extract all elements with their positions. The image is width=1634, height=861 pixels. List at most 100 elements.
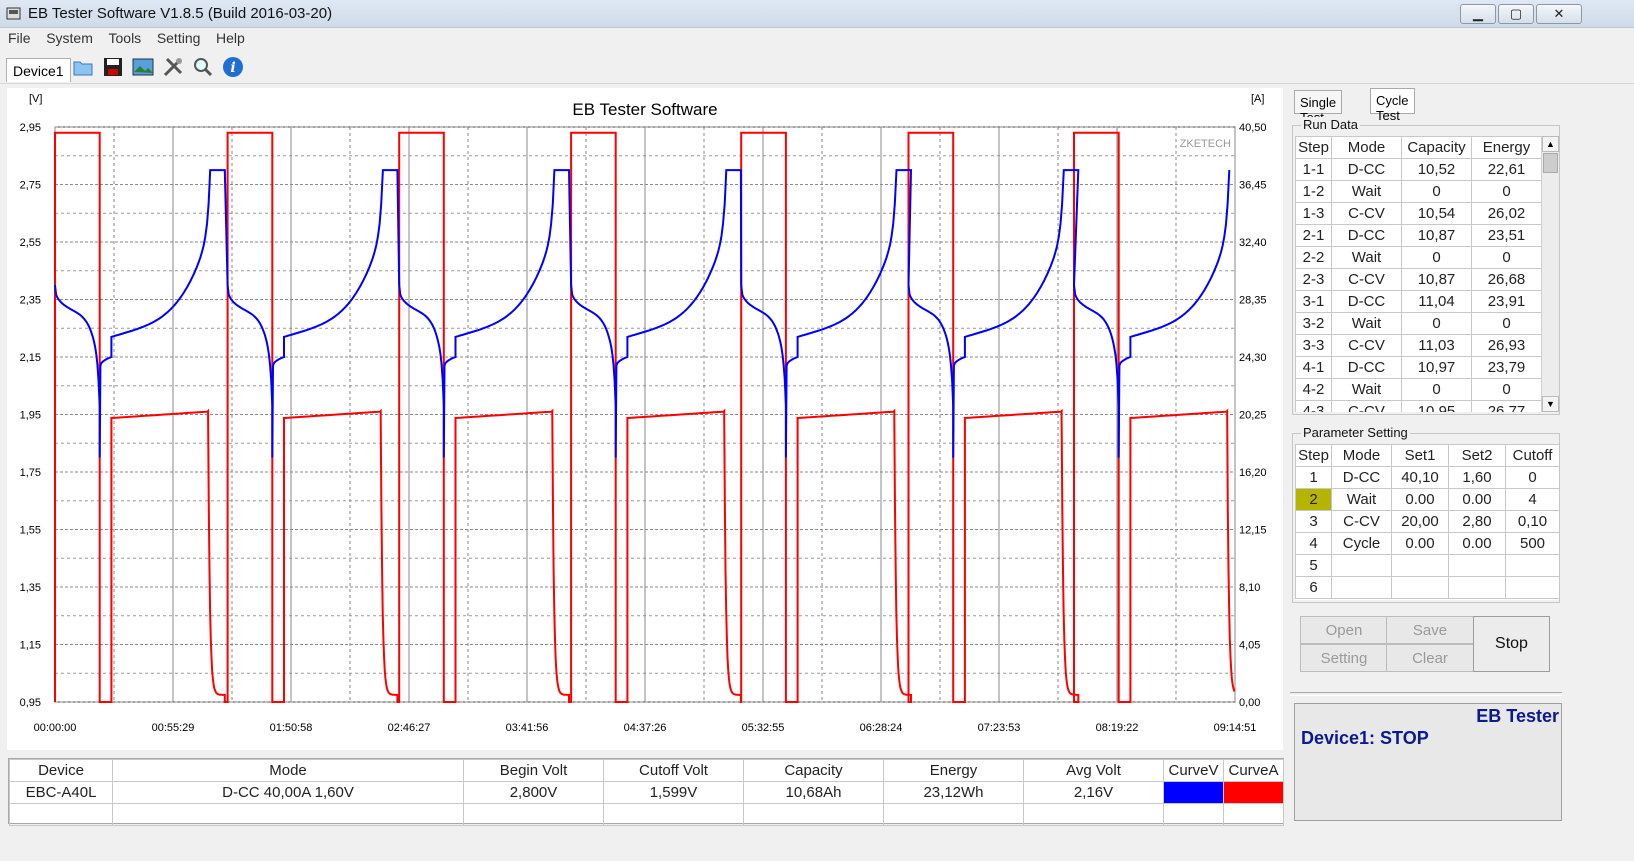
run-data-cell: 10,87 (1401, 268, 1472, 291)
run-data-row[interactable]: 2-3 C-CV 10,87 26,68 (1295, 268, 1542, 291)
curvea-color-swatch[interactable] (1223, 781, 1284, 804)
run-data-cell: 1-1 (1295, 158, 1332, 181)
x-tick-label: 06:28:24 (860, 722, 903, 734)
param-row[interactable]: 2 Wait 0.00 0.00 4 (1295, 488, 1559, 511)
close-button[interactable]: ✕ (1536, 4, 1582, 24)
param-cell: 0,10 (1505, 510, 1559, 533)
chart-area: EB Tester Software ZKETECH [V] [A] 2,95 2,75 2… (7, 88, 1283, 750)
left-tick-label: 2,15 (20, 352, 41, 364)
window-title: EB Tester Software V1.8.5 (Build 2016-03… (28, 5, 333, 22)
param-cell: 1 (1295, 466, 1332, 489)
run-data-row[interactable]: 2-2 Wait 0 0 (1295, 246, 1542, 269)
run-data-row[interactable]: 3-2 Wait 0 0 (1295, 312, 1542, 335)
param-cell (1331, 554, 1392, 577)
right-tick-label: 4,05 (1239, 640, 1260, 652)
run-data-cell: 23,91 (1471, 290, 1542, 313)
menu-tools[interactable]: Tools (105, 28, 146, 48)
menu-system[interactable]: System (42, 28, 97, 48)
param-cell (1391, 576, 1449, 599)
device-tab[interactable]: Device1 (6, 58, 71, 82)
param-cell: 0.00 (1448, 532, 1506, 555)
voltage-current-chart: EB Tester Software ZKETECH [V] [A] 2,95 2,75 2… (20, 93, 1267, 734)
run-data-row[interactable]: 3-3 C-CV 11,03 26,93 (1295, 334, 1542, 357)
param-cell: 20,00 (1391, 510, 1449, 533)
run-data-row[interactable]: 3-1 D-CC 11,04 23,91 (1295, 290, 1542, 313)
run-data-cell: 11,03 (1401, 334, 1472, 357)
run-data-row[interactable]: 2-1 D-CC 10,87 23,51 (1295, 224, 1542, 247)
device-status: Device1: STOP (1301, 728, 1429, 748)
tab-single-test[interactable]: Single Test (1294, 90, 1343, 125)
parameter-setting-group: Parameter Setting Step Mode Set1 Set2 Cutoff… (1292, 425, 1560, 603)
left-tick-label: 1,35 (20, 582, 41, 594)
header-cutoff-volt: Cutoff Volt (603, 759, 744, 782)
menu-setting[interactable]: Setting (153, 28, 205, 48)
open-folder-icon[interactable] (70, 54, 96, 80)
clear-button[interactable]: Clear (1386, 644, 1474, 672)
run-data-cell: 26,02 (1471, 202, 1542, 225)
param-cell: 6 (1295, 576, 1332, 599)
param-cell: Wait (1331, 488, 1392, 511)
menu-file[interactable]: File (4, 28, 35, 48)
param-cell: 0.00 (1391, 532, 1449, 555)
scroll-thumb[interactable] (1543, 153, 1558, 173)
info-icon[interactable]: i (220, 54, 246, 80)
cell-begin-volt: 2,800V (463, 781, 604, 804)
scroll-down-arrow[interactable]: ▼ (1542, 396, 1559, 412)
app-icon (6, 7, 21, 20)
tab-cycle-test[interactable]: Cycle Test (1370, 88, 1415, 123)
header-avg-volt: Avg Volt (1023, 759, 1164, 782)
open-button[interactable]: Open (1300, 616, 1388, 644)
status-panel: EB Tester Device1: STOP (1294, 703, 1562, 821)
run-data-cell: 0 (1401, 180, 1472, 203)
run-data-row[interactable]: 4-2 Wait 0 0 (1295, 378, 1542, 401)
x-tick-label: 08:19:22 (1096, 722, 1139, 734)
param-row[interactable]: 5 (1295, 554, 1559, 577)
image-icon[interactable] (130, 54, 156, 80)
save-icon[interactable] (100, 54, 126, 80)
param-cell: 2,80 (1448, 510, 1506, 533)
maximize-button[interactable]: ▢ (1498, 4, 1534, 24)
run-data-cell: 10,95 (1401, 400, 1472, 412)
run-data-row[interactable]: 1-2 Wait 0 0 (1295, 180, 1542, 203)
run-data-row[interactable]: 4-3 C-CV 10,95 26,77 (1295, 400, 1542, 412)
save-button[interactable]: Save (1386, 616, 1474, 644)
search-icon[interactable] (190, 54, 216, 80)
param-cell: 4 (1505, 488, 1559, 511)
run-data-cell: 26,68 (1471, 268, 1542, 291)
setting-button[interactable]: Setting (1300, 644, 1388, 672)
param-cell (1505, 554, 1559, 577)
param-cell: 4 (1295, 532, 1332, 555)
param-row[interactable]: 1 D-CC 40,10 1,60 0 (1295, 466, 1559, 489)
param-row[interactable]: 3 C-CV 20,00 2,80 0,10 (1295, 510, 1559, 533)
run-data-table[interactable]: Step Mode Capacity Energy 1-1 D-CC 10,52 22,61 1… (1295, 136, 1559, 412)
stop-button[interactable]: Stop (1473, 616, 1550, 672)
minimize-button[interactable]: ▁ (1460, 4, 1496, 24)
run-data-cell: 26,77 (1471, 400, 1542, 412)
param-header-row: Step Mode Set1 Set2 Cutoff (1295, 444, 1559, 467)
param-cell: 0.00 (1448, 488, 1506, 511)
run-data-label: Run Data (1301, 117, 1360, 132)
run-data-row[interactable]: 4-1 D-CC 10,97 23,79 (1295, 356, 1542, 379)
left-tick-label: 2,95 (20, 122, 41, 134)
brand-label: EB Tester (1476, 706, 1559, 726)
param-cell: 0.00 (1391, 488, 1449, 511)
parameter-grid: Step Mode Set1 Set2 Cutoff 1 D-CC 40,10 1,60 0 2 Wa… (1295, 444, 1559, 599)
param-row[interactable]: 4 Cycle 0.00 0.00 500 (1295, 532, 1559, 555)
param-header-mode: Mode (1331, 444, 1392, 467)
run-data-row[interactable]: 1-1 D-CC 10,52 22,61 (1295, 158, 1542, 181)
param-row[interactable]: 6 (1295, 576, 1559, 599)
curvev-color-swatch[interactable] (1163, 781, 1224, 804)
parameter-table[interactable]: Step Mode Set1 Set2 Cutoff 1 D-CC 40,10 1,60 0 2 Wa… (1295, 444, 1559, 600)
menu-help[interactable]: Help (212, 28, 249, 48)
scroll-up-arrow[interactable]: ▲ (1542, 136, 1559, 152)
run-data-header-energy: Energy (1471, 136, 1542, 159)
run-data-cell: 22,61 (1471, 158, 1542, 181)
run-data-scrollbar[interactable]: ▲ ▼ (1541, 136, 1559, 412)
run-data-cell: 2-3 (1295, 268, 1332, 291)
run-data-row[interactable]: 1-3 C-CV 10,54 26,02 (1295, 202, 1542, 225)
run-data-cell: C-CV (1331, 334, 1402, 357)
left-tick-label: 1,55 (20, 525, 41, 537)
watermark: ZKETECH (1180, 138, 1231, 150)
tools-icon[interactable] (160, 54, 186, 80)
run-data-cell: 4-2 (1295, 378, 1332, 401)
